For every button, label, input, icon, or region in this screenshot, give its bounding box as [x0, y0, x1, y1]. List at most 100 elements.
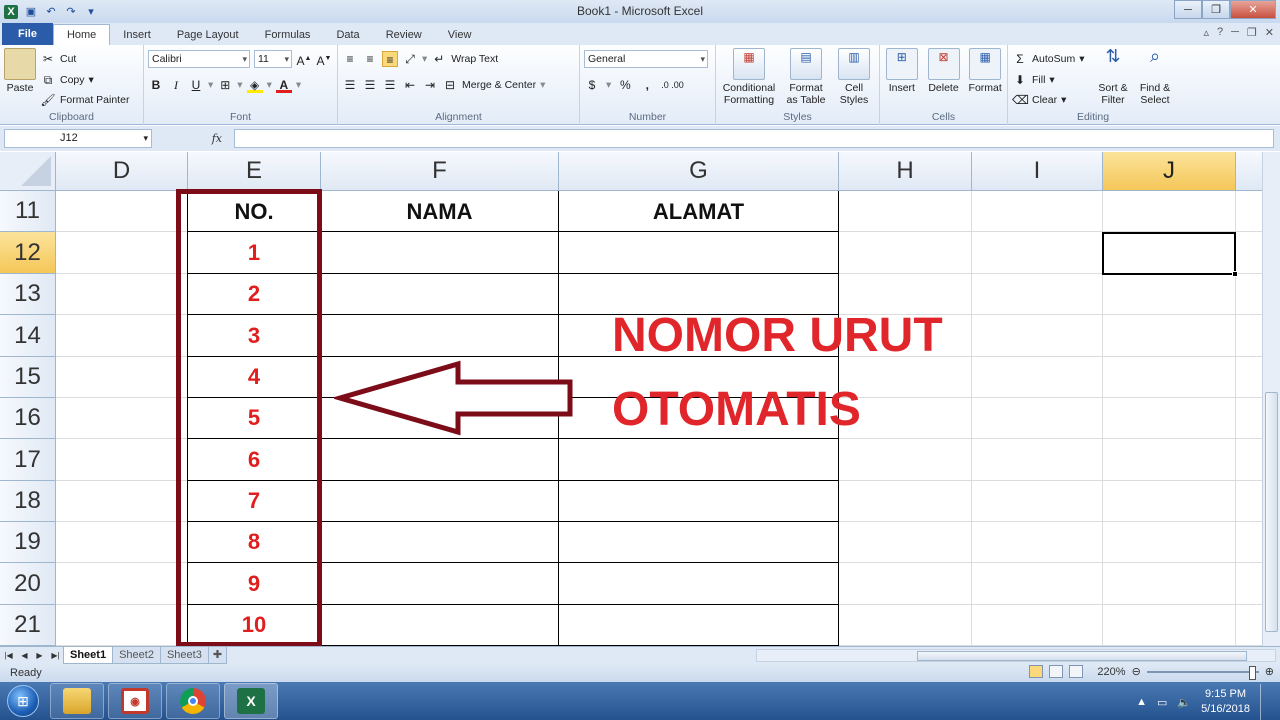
row-header-15[interactable]: 15: [0, 357, 56, 398]
workbook-minimize-icon[interactable]: ─: [1231, 26, 1239, 39]
taskbar-explorer[interactable]: [50, 683, 104, 719]
wrap-text-button[interactable]: Wrap Text: [451, 53, 498, 65]
grow-font-icon[interactable]: A▲: [296, 51, 312, 68]
column-header-h[interactable]: H: [839, 152, 972, 191]
formula-input[interactable]: [234, 129, 1274, 148]
align-right-icon[interactable]: ☰: [382, 77, 398, 93]
minimize-button[interactable]: ─: [1174, 0, 1202, 19]
font-name-select[interactable]: Calibri: [148, 50, 250, 68]
page-break-view-icon[interactable]: [1069, 665, 1084, 678]
sheet-tab-sheet3[interactable]: Sheet3: [159, 647, 209, 664]
decrease-indent-icon[interactable]: ⇤: [402, 77, 418, 93]
fill-color-icon[interactable]: ◈: [246, 77, 263, 93]
column-header-j[interactable]: J: [1103, 152, 1236, 191]
start-button[interactable]: ⊞: [0, 683, 46, 719]
bold-button[interactable]: B: [148, 77, 164, 93]
network-icon[interactable]: ▭: [1157, 696, 1167, 709]
clear-button[interactable]: ⌫ Clear ▾: [1012, 90, 1090, 110]
insert-sheet-icon[interactable]: ✚: [207, 647, 228, 664]
merge-center-button[interactable]: Merge & Center: [462, 79, 536, 91]
active-cell-j12[interactable]: [1102, 232, 1236, 275]
workbook-restore-icon[interactable]: ❐: [1247, 26, 1257, 39]
customize-toolbar-icon[interactable]: ▾: [84, 5, 98, 19]
sheet-tab-sheet1[interactable]: Sheet1: [63, 647, 114, 664]
row-header-17[interactable]: 17: [0, 439, 56, 481]
sheet-tab-sheet2[interactable]: Sheet2: [112, 647, 161, 664]
copy-button[interactable]: ⧉ Copy ▾: [40, 70, 129, 90]
tab-file[interactable]: File: [2, 23, 53, 45]
zoom-slider[interactable]: [1146, 665, 1259, 680]
row-header-21[interactable]: 21: [0, 605, 56, 646]
row-header-14[interactable]: 14: [0, 315, 56, 357]
currency-button[interactable]: $: [584, 77, 600, 93]
vertical-scroll-thumb[interactable]: [1265, 392, 1278, 632]
prev-sheet-icon[interactable]: ◀: [21, 651, 27, 660]
cut-button[interactable]: ✂ Cut: [40, 48, 129, 70]
column-header-i[interactable]: I: [972, 152, 1103, 191]
row-header-11[interactable]: 11: [0, 191, 56, 232]
percent-button[interactable]: %: [617, 77, 633, 93]
sheet-nav-arrows[interactable]: |◀ ◀ ▶ ▶|: [0, 651, 64, 660]
align-middle-icon[interactable]: ≡: [362, 51, 378, 67]
help-icon[interactable]: ?: [1217, 26, 1223, 39]
increase-indent-icon[interactable]: ⇥: [422, 77, 438, 93]
redo-icon[interactable]: ↷: [64, 5, 78, 19]
tab-view[interactable]: View: [435, 25, 485, 45]
row-header-20[interactable]: 20: [0, 563, 56, 605]
autosum-button[interactable]: Σ AutoSum ▾: [1012, 48, 1090, 70]
taskbar-chrome[interactable]: [166, 683, 220, 719]
row-header-12[interactable]: 12: [0, 232, 56, 274]
close-button[interactable]: ✕: [1230, 0, 1276, 19]
align-center-icon[interactable]: ☰: [362, 77, 378, 93]
column-header-d[interactable]: D: [56, 152, 188, 191]
underline-button[interactable]: U: [188, 77, 204, 93]
column-header-e[interactable]: E: [188, 152, 321, 191]
paste-button[interactable]: Paste: [4, 48, 36, 110]
align-left-icon[interactable]: ☰: [342, 77, 358, 93]
volume-icon[interactable]: 🔈: [1177, 696, 1191, 709]
tab-insert[interactable]: Insert: [110, 25, 164, 45]
cell-f11[interactable]: NAMA: [321, 192, 558, 231]
italic-button[interactable]: I: [168, 77, 184, 93]
name-box[interactable]: J12: [4, 129, 152, 148]
tab-review[interactable]: Review: [373, 25, 435, 45]
tab-data[interactable]: Data: [323, 25, 372, 45]
comma-button[interactable]: ,: [639, 77, 655, 93]
minimize-ribbon-icon[interactable]: ▵: [1203, 26, 1209, 39]
fill-handle[interactable]: [1232, 271, 1238, 277]
tab-formulas[interactable]: Formulas: [252, 25, 324, 45]
column-header-g[interactable]: G: [559, 152, 839, 191]
show-desktop-button[interactable]: [1260, 684, 1272, 720]
normal-view-icon[interactable]: [1029, 665, 1044, 678]
font-color-icon[interactable]: A: [275, 77, 292, 93]
undo-icon[interactable]: ↶: [44, 5, 58, 19]
row-header-19[interactable]: 19: [0, 522, 56, 563]
row-header-18[interactable]: 18: [0, 481, 56, 522]
shrink-font-icon[interactable]: A▼: [316, 51, 332, 68]
show-hidden-icons-icon[interactable]: ▲: [1136, 696, 1147, 708]
align-bottom-icon[interactable]: ≡: [382, 51, 398, 67]
zoom-out-icon[interactable]: ⊖: [1132, 665, 1141, 678]
restore-button[interactable]: ❐: [1202, 0, 1230, 19]
row-header-16[interactable]: 16: [0, 398, 56, 439]
workbook-close-icon[interactable]: ✕: [1265, 26, 1274, 39]
worksheet-grid[interactable]: D E F G H I J 11 12 13 14 15 16 17 18 19…: [0, 152, 1262, 646]
format-painter-button[interactable]: 🖌 Format Painter: [40, 90, 129, 110]
cell-g11[interactable]: ALAMAT: [559, 192, 838, 231]
orientation-icon[interactable]: ⤢: [402, 51, 418, 67]
font-size-select[interactable]: 11: [254, 50, 292, 68]
last-sheet-icon[interactable]: ▶|: [51, 651, 59, 660]
taskbar-excel[interactable]: X: [224, 683, 278, 719]
row-header-13[interactable]: 13: [0, 274, 56, 315]
zoom-level[interactable]: 220%: [1097, 666, 1125, 678]
decimal-buttons[interactable]: .0 .00: [661, 80, 684, 90]
insert-function-button[interactable]: fx: [158, 132, 228, 145]
next-sheet-icon[interactable]: ▶: [36, 651, 42, 660]
align-top-icon[interactable]: ≡: [342, 51, 358, 67]
tab-page-layout[interactable]: Page Layout: [164, 25, 252, 45]
page-layout-view-icon[interactable]: [1049, 665, 1064, 678]
fill-button[interactable]: ⬇ Fill ▾: [1012, 70, 1090, 90]
select-all-corner[interactable]: [0, 152, 56, 191]
first-sheet-icon[interactable]: |◀: [4, 651, 12, 660]
column-header-k[interactable]: [1236, 152, 1262, 191]
